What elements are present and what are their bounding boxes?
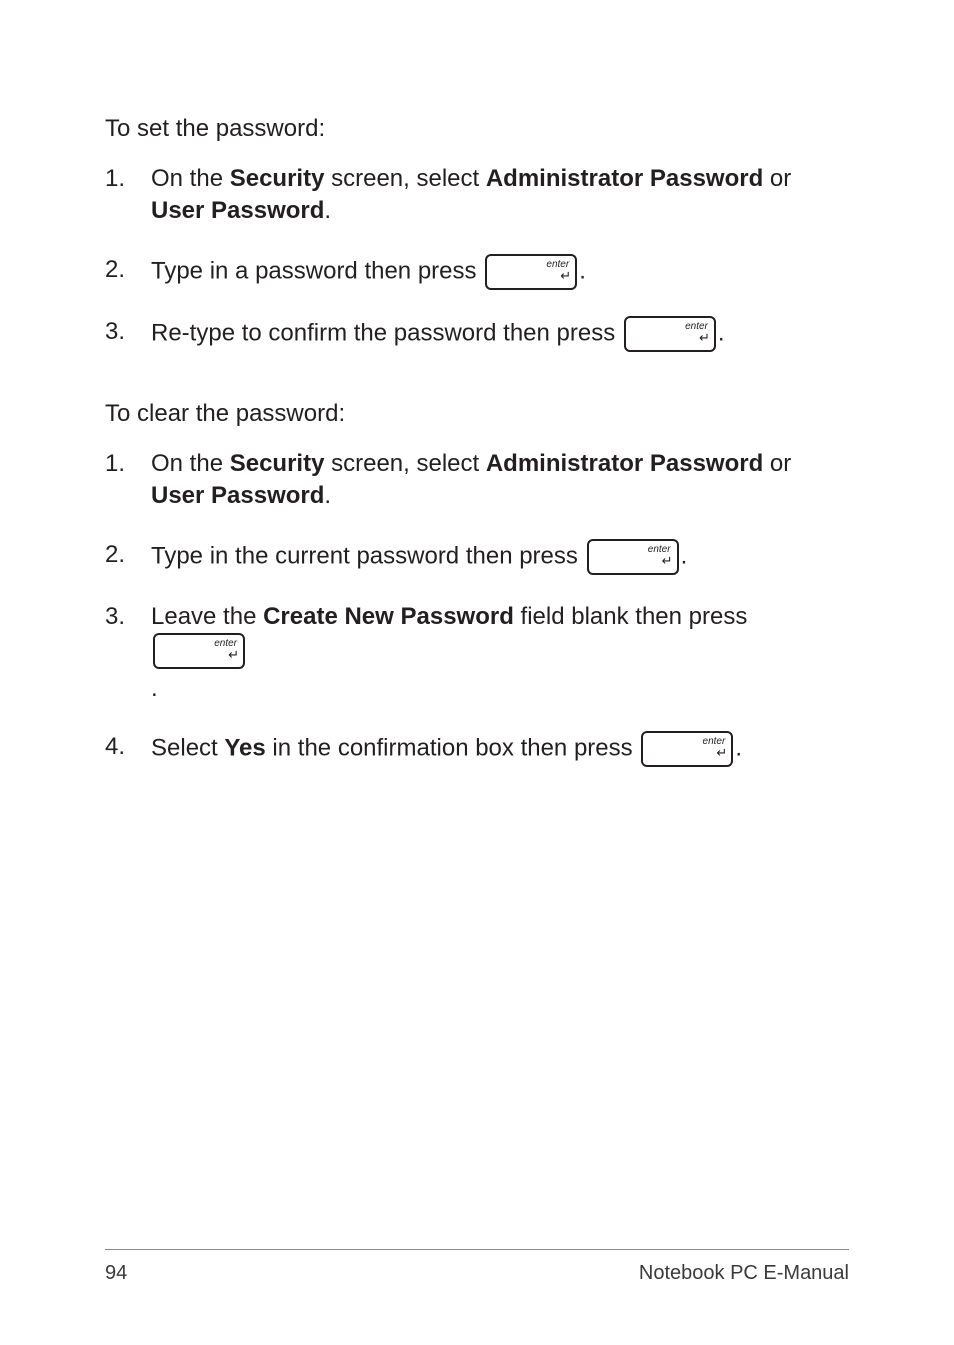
list-number: 4. (105, 731, 151, 763)
bold-text: User Password (151, 482, 324, 509)
enter-key-icon: enter↵ (587, 539, 679, 575)
text: . (324, 197, 331, 224)
list-item: 3. Leave the Create New Password field b… (105, 601, 849, 706)
list-body: On the Security screen, select Administr… (151, 448, 849, 513)
key-arrow-icon: ↵ (214, 648, 237, 661)
list-body: Select Yes in the confirmation box then … (151, 731, 849, 767)
list-item: 3. Re-type to confirm the password then … (105, 316, 849, 352)
bold-text: Security (230, 165, 325, 192)
list-number: 1. (105, 448, 151, 480)
section-heading: To clear the password: (105, 400, 849, 428)
list-number: 2. (105, 254, 151, 286)
bold-text: Create New Password (263, 603, 514, 630)
list-item: 1. On the Security screen, select Admini… (105, 448, 849, 513)
bold-text: Administrator Password (486, 450, 763, 477)
list-body: On the Security screen, select Administr… (151, 163, 849, 228)
text: field blank then press (514, 603, 747, 630)
list-number: 1. (105, 163, 151, 195)
bold-text: User Password (151, 197, 324, 224)
text: in the confirmation box then press (266, 735, 640, 762)
section-heading: To set the password: (105, 115, 849, 143)
text: On the (151, 165, 230, 192)
text: . (151, 673, 849, 705)
text: Leave the (151, 603, 263, 630)
key-arrow-icon: ↵ (546, 269, 569, 282)
list-number: 3. (105, 601, 151, 633)
bold-text: Yes (224, 735, 265, 762)
enter-key-icon: enter↵ (641, 731, 733, 767)
text: . (735, 735, 742, 762)
list-body: Leave the Create New Password field blan… (151, 601, 849, 706)
list-body: Re-type to confirm the password then pre… (151, 316, 849, 352)
list-item: 2. Type in a password then press enter↵. (105, 254, 849, 290)
bold-text: Security (230, 450, 325, 477)
enter-key-icon: enter↵ (485, 254, 577, 290)
list-number: 2. (105, 539, 151, 571)
text: Type in a password then press (151, 257, 483, 284)
text: On the (151, 450, 230, 477)
text: screen, select (324, 450, 485, 477)
list-body: Type in a password then press enter↵. (151, 254, 849, 290)
text: . (324, 482, 331, 509)
text: . (718, 319, 725, 346)
enter-key-icon: enter↵ (153, 633, 245, 669)
bold-text: Administrator Password (486, 165, 763, 192)
list-item: 2. Type in the current password then pre… (105, 539, 849, 575)
text: Re-type to confirm the password then pre… (151, 319, 622, 346)
instruction-list: 1. On the Security screen, select Admini… (105, 163, 849, 352)
content: To set the password: 1. On the Security … (105, 115, 849, 1249)
list-number: 3. (105, 316, 151, 348)
page: To set the password: 1. On the Security … (0, 0, 954, 1345)
text: Select (151, 735, 224, 762)
text: Type in the current password then press (151, 542, 585, 569)
key-arrow-icon: ↵ (685, 331, 708, 344)
instruction-list: 1. On the Security screen, select Admini… (105, 448, 849, 768)
text: screen, select (324, 165, 485, 192)
key-arrow-icon: ↵ (703, 746, 726, 759)
text: . (579, 257, 586, 284)
key-arrow-icon: ↵ (648, 554, 671, 567)
enter-key-icon: enter↵ (624, 316, 716, 352)
text: or (763, 450, 791, 477)
list-item: 1. On the Security screen, select Admini… (105, 163, 849, 228)
text: or (763, 165, 791, 192)
list-item: 4. Select Yes in the confirmation box th… (105, 731, 849, 767)
list-body: Type in the current password then press … (151, 539, 849, 575)
page-footer: 94 Notebook PC E-Manual (105, 1249, 849, 1285)
text: . (681, 542, 688, 569)
page-number: 94 (105, 1262, 127, 1285)
footer-title: Notebook PC E-Manual (639, 1262, 849, 1285)
